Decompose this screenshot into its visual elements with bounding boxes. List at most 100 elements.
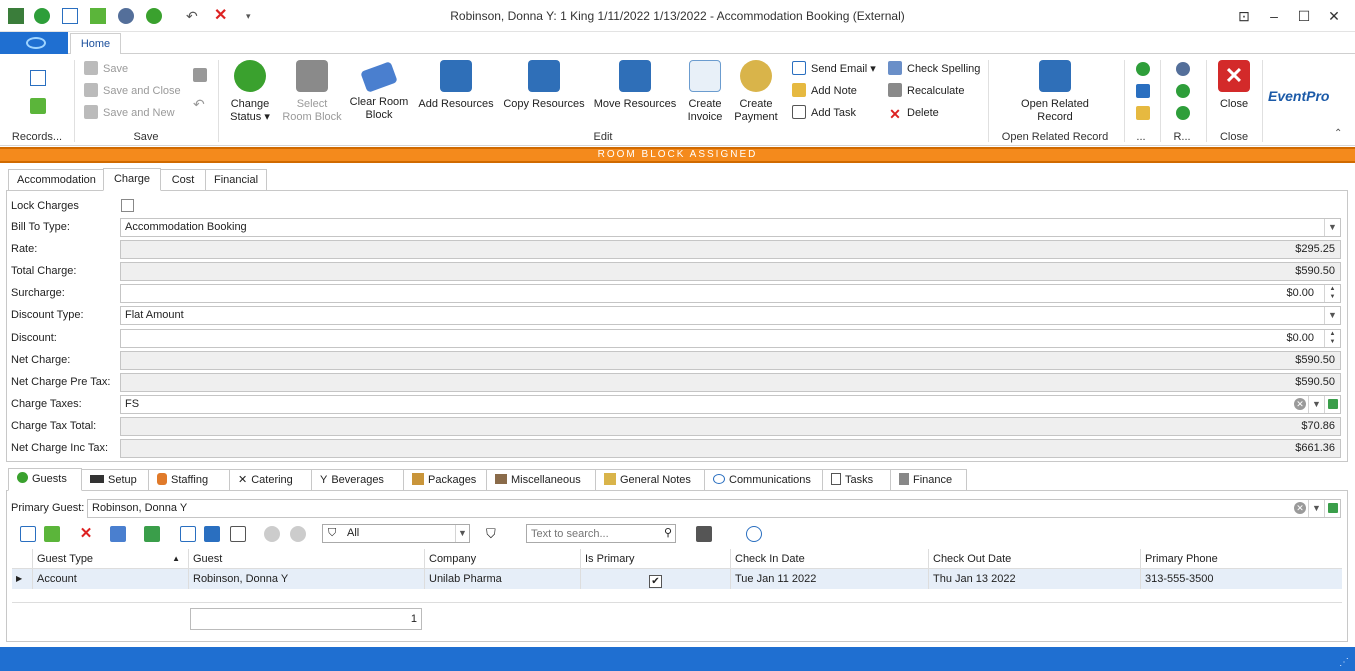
delete-button[interactable]: ✕ Delete bbox=[888, 104, 939, 122]
recalculate-button[interactable]: Recalculate bbox=[888, 82, 964, 100]
maximize-button[interactable]: ☐ bbox=[1292, 6, 1316, 26]
tab-beverages[interactable]: Y Beverages bbox=[311, 469, 404, 491]
open-related-record-button[interactable]: Open Related Record bbox=[1008, 58, 1102, 124]
resize-grip-icon[interactable]: ⋰ bbox=[1339, 657, 1349, 668]
grid-view-icon[interactable] bbox=[110, 526, 126, 542]
advanced-filter-icon[interactable]: ⛉ bbox=[486, 526, 502, 542]
clear-room-block-button[interactable]: Clear Room Block bbox=[348, 58, 410, 122]
move-resources-button[interactable]: Move Resources bbox=[592, 58, 678, 111]
undo-ribbon-icon[interactable]: ↶ bbox=[193, 96, 205, 113]
cell-is-primary[interactable]: ✔ bbox=[580, 569, 730, 589]
filter-select[interactable]: ⛉ All ▼ bbox=[322, 524, 470, 543]
glass-icon: Y bbox=[320, 474, 328, 486]
row-indicator-icon: ▶ bbox=[16, 574, 23, 583]
primary-guest-select[interactable]: Robinson, Donna Y ✕ ▼ bbox=[87, 499, 1341, 518]
save-button[interactable]: Save bbox=[84, 60, 128, 78]
app-menu-button[interactable] bbox=[0, 32, 68, 54]
restore-ribbon-icon[interactable]: ⊡ bbox=[1232, 6, 1256, 26]
col-is-primary[interactable]: Is Primary bbox=[580, 549, 730, 569]
lock-charges-checkbox[interactable] bbox=[121, 199, 134, 212]
add-resources-button[interactable]: Add Resources bbox=[418, 58, 494, 111]
new-guest-icon[interactable] bbox=[20, 526, 36, 542]
save-all-icon[interactable] bbox=[193, 68, 207, 82]
find-icon[interactable] bbox=[1176, 62, 1190, 76]
minimize-button[interactable]: – bbox=[1262, 6, 1286, 26]
move-up-icon[interactable] bbox=[264, 526, 280, 542]
collapse-ribbon-icon[interactable]: ⌃ bbox=[1334, 128, 1342, 139]
save-and-close-button[interactable]: Save and Close bbox=[84, 82, 181, 100]
tab-tasks[interactable]: Tasks bbox=[822, 469, 891, 491]
col-check-out[interactable]: Check Out Date bbox=[928, 549, 1140, 569]
expand-icon[interactable] bbox=[180, 526, 196, 542]
charge-taxes-select[interactable]: FS ✕ ▼ bbox=[120, 395, 1341, 414]
delete-guest-icon[interactable]: ✕ bbox=[78, 526, 94, 542]
send-email-button[interactable]: Send Email ▾ bbox=[792, 60, 876, 78]
refresh-ribbon-icon[interactable] bbox=[1136, 62, 1150, 76]
create-payment-button[interactable]: Create Payment bbox=[732, 58, 780, 124]
tab-general-notes[interactable]: General Notes bbox=[595, 469, 705, 491]
spinner-icon[interactable]: ▲ ▼ bbox=[1324, 330, 1340, 347]
task-icon bbox=[792, 105, 806, 119]
copy-record-icon[interactable] bbox=[30, 98, 46, 114]
create-invoice-button[interactable]: Create Invoice bbox=[684, 58, 726, 124]
tab-financial[interactable]: Financial bbox=[205, 169, 267, 191]
copy-resources-button[interactable]: Copy Resources bbox=[502, 58, 586, 111]
tab-miscellaneous[interactable]: Miscellaneous bbox=[486, 469, 596, 491]
copy-guest-icon[interactable] bbox=[44, 526, 60, 542]
tab-cost[interactable]: Cost bbox=[160, 169, 206, 191]
clipboard-icon[interactable] bbox=[1136, 106, 1150, 120]
find-in-grid-icon[interactable] bbox=[746, 526, 762, 542]
export-icon[interactable] bbox=[696, 526, 712, 542]
move-down-icon[interactable] bbox=[290, 526, 306, 542]
chevron-down-icon[interactable]: ▼ bbox=[455, 525, 469, 542]
search-input[interactable] bbox=[527, 525, 657, 542]
table-row[interactable]: ▶ Account Robinson, Donna Y Unilab Pharm… bbox=[12, 569, 1342, 589]
chevron-down-icon[interactable]: ▼ bbox=[1324, 219, 1340, 236]
tab-guests[interactable]: Guests bbox=[8, 468, 82, 491]
check-spelling-button[interactable]: Check Spelling bbox=[888, 60, 980, 78]
tab-finance[interactable]: Finance bbox=[890, 469, 967, 491]
change-status-button[interactable]: Change Status ▾ bbox=[224, 58, 276, 124]
tab-charge[interactable]: Charge bbox=[103, 168, 161, 191]
down-icon[interactable] bbox=[1176, 106, 1190, 120]
chevron-down-icon[interactable]: ▼ bbox=[1324, 307, 1340, 324]
list-icon[interactable] bbox=[230, 526, 246, 542]
col-guest[interactable]: Guest bbox=[188, 549, 424, 569]
add-row-icon[interactable] bbox=[144, 526, 160, 542]
spinner-icon[interactable]: ▲ ▼ bbox=[1324, 285, 1340, 302]
col-primary-phone[interactable]: Primary Phone bbox=[1140, 549, 1340, 569]
report-icon[interactable] bbox=[1136, 84, 1150, 98]
tab-communications[interactable]: Communications bbox=[704, 469, 823, 491]
tab-accommodation[interactable]: Accommodation bbox=[8, 169, 104, 191]
discount-type-select[interactable]: Flat Amount ▼ bbox=[120, 306, 1341, 325]
tab-packages[interactable]: Packages bbox=[403, 469, 487, 491]
tab-staffing[interactable]: Staffing bbox=[148, 469, 230, 491]
bill-to-type-select[interactable]: Accommodation Booking ▼ bbox=[120, 218, 1341, 237]
select-room-block-button[interactable]: Select Room Block bbox=[282, 58, 342, 124]
save-and-new-button[interactable]: Save and New bbox=[84, 104, 175, 122]
clear-icon[interactable]: ✕ bbox=[1294, 398, 1306, 410]
tab-home[interactable]: Home bbox=[70, 33, 121, 55]
add-note-button[interactable]: Add Note bbox=[792, 82, 857, 100]
col-guest-type[interactable]: Guest Type ▲ bbox=[32, 549, 188, 569]
search-icon[interactable]: ⚲ bbox=[664, 526, 672, 539]
tab-setup[interactable]: Setup bbox=[81, 469, 149, 491]
discount-input[interactable]: $0.00 ▲ ▼ bbox=[120, 329, 1341, 348]
tab-catering[interactable]: ✕ Catering bbox=[229, 469, 312, 491]
up-icon[interactable] bbox=[1176, 84, 1190, 98]
report-guest-icon[interactable] bbox=[204, 526, 220, 542]
close-window-button[interactable]: ✕ bbox=[1322, 6, 1346, 26]
add-task-button[interactable]: Add Task bbox=[792, 104, 856, 122]
lookup-icon[interactable] bbox=[1324, 500, 1340, 517]
chevron-down-icon[interactable]: ▼ bbox=[1308, 500, 1324, 517]
tax-total-label: Charge Tax Total: bbox=[11, 420, 97, 432]
col-check-in[interactable]: Check In Date bbox=[730, 549, 928, 569]
primary-checkbox[interactable]: ✔ bbox=[649, 575, 662, 588]
chevron-down-icon[interactable]: ▼ bbox=[1308, 396, 1324, 413]
lookup-icon[interactable] bbox=[1324, 396, 1340, 413]
new-record-icon[interactable] bbox=[30, 70, 46, 86]
close-button[interactable]: ✕ Close bbox=[1212, 58, 1256, 111]
clear-icon[interactable]: ✕ bbox=[1294, 502, 1306, 514]
surcharge-input[interactable]: $0.00 ▲ ▼ bbox=[120, 284, 1341, 303]
col-company[interactable]: Company bbox=[424, 549, 580, 569]
